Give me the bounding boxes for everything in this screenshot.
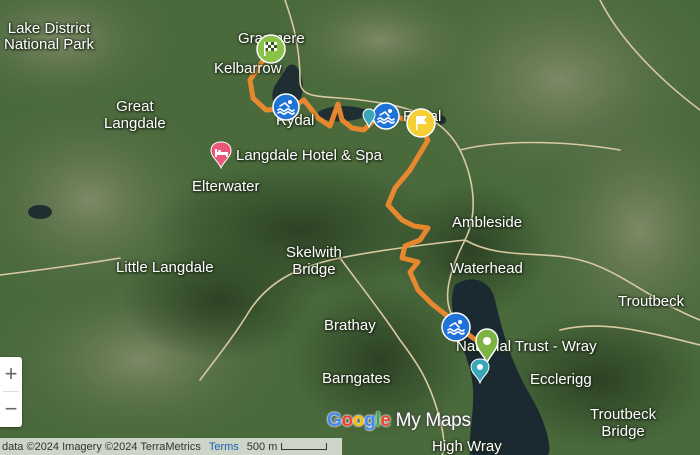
place-great-langdale: Great Langdale — [104, 98, 166, 132]
rydal-pin-marker[interactable] — [362, 108, 376, 128]
attribution-text: data ©2024 Imagery ©2024 TerraMetrics — [2, 440, 201, 453]
place-barngates: Barngates — [322, 370, 391, 387]
place-waterhead: Waterhead — [450, 260, 523, 277]
scale-bar — [281, 443, 328, 450]
place-little-langdale: Little Langdale — [116, 259, 214, 276]
google-my-maps-logo: Google My Maps — [327, 410, 471, 431]
terms-link[interactable]: Terms — [209, 441, 239, 453]
zoom-controls: + − — [0, 357, 22, 427]
scale-indicator: 500 m — [247, 441, 328, 453]
place-elterwater: Elterwater — [192, 178, 260, 195]
map-canvas[interactable]: Lake District National Park Grasmere Kel… — [0, 0, 700, 455]
swim-marker-windermere[interactable] — [441, 312, 471, 342]
attribution-bar: data ©2024 Imagery ©2024 TerraMetrics Te… — [0, 438, 342, 455]
swim-marker-rydal-1[interactable] — [272, 93, 300, 121]
zoom-in-button[interactable]: + — [0, 357, 22, 391]
place-langdale-hotel: Langdale Hotel & Spa — [236, 147, 382, 164]
zoom-out-button[interactable]: − — [0, 392, 22, 426]
place-lake-district: Lake District National Park — [4, 20, 95, 53]
place-brathay: Brathay — [324, 317, 376, 334]
place-skelwith-bridge: Skelwith Bridge — [286, 244, 342, 278]
hotel-marker[interactable] — [210, 141, 232, 169]
place-pin-marker[interactable] — [470, 358, 490, 384]
place-ecclerigg: Ecclerigg — [530, 371, 592, 388]
map-pin-icon — [470, 358, 490, 384]
place-troutbeck-bridge: Troutbeck Bridge — [590, 406, 657, 440]
rydal-waypoint-marker[interactable] — [406, 108, 436, 138]
finish-flag-marker[interactable] — [256, 34, 286, 68]
place-troutbeck: Troutbeck — [618, 293, 685, 310]
map-pin-icon — [362, 108, 376, 128]
swim-marker-rydal-2[interactable] — [372, 102, 400, 130]
scale-label: 500 m — [246, 440, 278, 453]
place-ambleside: Ambleside — [452, 214, 523, 231]
place-high-wray: High Wray — [432, 438, 502, 455]
